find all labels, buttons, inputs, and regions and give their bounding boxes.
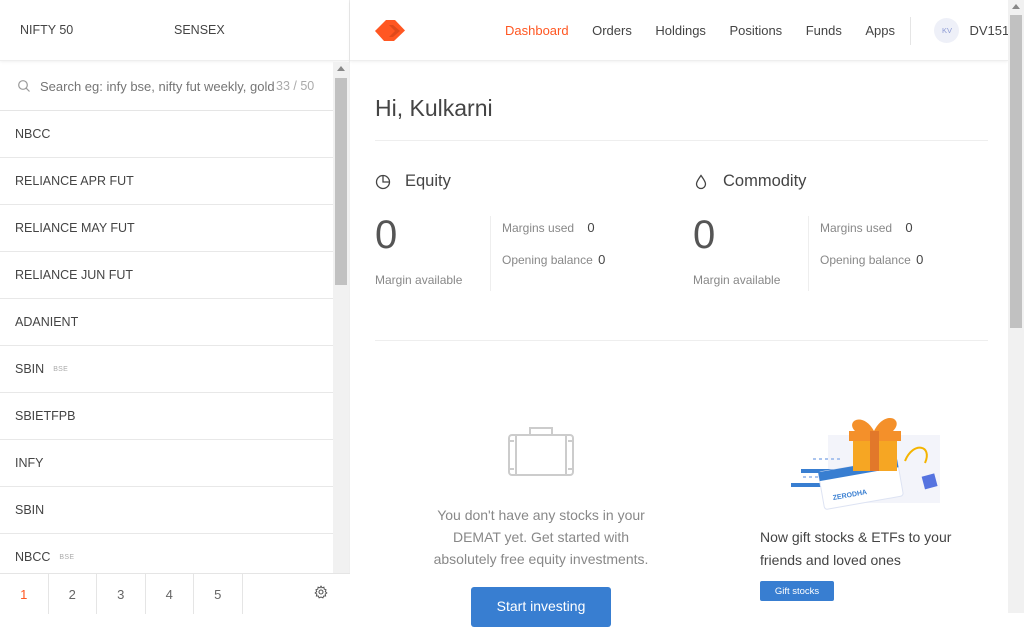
dashboard-main: Hi, Kulkarni Equity 0 Margin available M… (350, 62, 1008, 627)
divider (808, 216, 809, 291)
equity-segment: Equity 0 Margin available Margins used 0… (375, 172, 695, 302)
scroll-up-arrow-icon[interactable] (1012, 4, 1020, 9)
watchlist-page-tab[interactable]: 5 (194, 574, 243, 614)
instrument-symbol: ADANIENT (15, 315, 79, 329)
search-bar: 33 / 50 (0, 62, 333, 111)
search-input[interactable] (40, 78, 276, 94)
instrument-symbol: SBIN (15, 503, 45, 517)
equity-title: Equity (375, 172, 695, 191)
nav-positions[interactable]: Positions (729, 23, 782, 38)
commodity-margins-used-value: 0 (905, 220, 913, 235)
gift-box-icon: ZERODHA (791, 417, 940, 510)
commodity-opening-balance-label: Opening balance (820, 253, 911, 267)
watchlist-item[interactable]: RELIANCE MAY FUT (0, 205, 333, 252)
commodity-segment: Commodity 0 Margin available Margins use… (693, 172, 1013, 302)
exchange-badge: BSE (53, 365, 69, 373)
commodity-opening-balance-row: Opening balance 0 (820, 252, 923, 267)
watchlist-item[interactable]: SBIN (0, 487, 333, 534)
page-scrollbar[interactable] (1008, 0, 1024, 613)
sensex-index[interactable]: SENSEX (174, 23, 225, 37)
watchlist-item[interactable]: SBIETFPB (0, 393, 333, 440)
briefcase-icon (508, 427, 574, 476)
exchange-badge: BSE (59, 553, 75, 561)
instrument-symbol: SBIN (15, 362, 45, 376)
divider (490, 216, 491, 291)
instrument-symbol: INFY (15, 456, 44, 470)
watchlist-count: 33 / 50 (276, 79, 315, 93)
marketwatch-panel: NIFTY 50 SENSEX 33 / 50 NBCC RELIANCE APR… (0, 0, 350, 614)
pie-chart-icon (375, 174, 391, 189)
equity-margins-used-label: Margins used (502, 221, 575, 235)
instrument-symbol: RELIANCE APR FUT (15, 174, 134, 188)
watchlist-page-tab[interactable]: 2 (49, 574, 97, 614)
instrument-symbol: NBCC (15, 127, 51, 141)
empty-holdings-text: You don't have any stocks in your DEMAT … (433, 507, 649, 567)
equity-margin-available-label: Margin available (375, 273, 463, 287)
equity-margins-used-value: 0 (587, 220, 595, 235)
watchlist-item[interactable]: ADANIENT (0, 299, 333, 346)
watchlist-pager: 12345 (0, 573, 350, 614)
commodity-margins-used-label: Margins used (820, 221, 893, 235)
equity-opening-balance-value: 0 (598, 252, 606, 267)
equity-opening-balance-row: Opening balance 0 (502, 252, 605, 267)
equity-opening-balance-label: Opening balance (502, 253, 593, 267)
search-icon (18, 80, 30, 92)
scrollbar-thumb[interactable] (335, 78, 347, 285)
nav-divider (910, 16, 912, 45)
top-header: Dashboard Orders Holdings Positions Funds App… (350, 0, 1016, 61)
nav-apps[interactable]: Apps (865, 23, 895, 38)
watchlist-item[interactable]: RELIANCE APR FUT (0, 158, 333, 205)
instrument-symbol: RELIANCE MAY FUT (15, 221, 135, 235)
watchlist-page-tab[interactable]: 4 (146, 574, 194, 614)
indices-bar: NIFTY 50 SENSEX (0, 0, 349, 61)
commodity-opening-balance-value: 0 (916, 252, 924, 267)
equity-margin-available: 0 (375, 213, 398, 257)
watchlist-scrollbar[interactable] (333, 62, 349, 573)
main-nav: Dashboard Orders Holdings Positions Funds App… (505, 0, 1016, 61)
empty-holdings-state: You don't have any stocks in your DEMAT … (420, 424, 662, 570)
nav-dashboard[interactable]: Dashboard (505, 23, 569, 38)
scrollbar-thumb[interactable] (1010, 15, 1022, 328)
watchlist-item[interactable]: NBCC (0, 111, 333, 158)
nifty-index[interactable]: NIFTY 50 (20, 23, 174, 37)
gear-icon[interactable] (314, 585, 328, 599)
instrument-symbol: NBCC (15, 550, 51, 564)
commodity-margin-available-label: Margin available (693, 273, 781, 287)
nav-funds[interactable]: Funds (806, 23, 842, 38)
commodity-title-label: Commodity (723, 172, 807, 190)
watchlist-page-tab[interactable]: 1 (0, 574, 49, 614)
watchlist-page-tab[interactable]: 3 (97, 574, 146, 614)
instrument-symbol: SBIETFPB (15, 409, 76, 423)
equity-title-label: Equity (405, 172, 451, 190)
page-title: Hi, Kulkarni (375, 95, 493, 121)
gift-stocks-promo: ZERODHA Now gift stocks & ETFs to your f… (760, 405, 980, 601)
divider (375, 340, 988, 341)
equity-margins-used-row: Margins used 0 (502, 220, 595, 235)
nav-holdings[interactable]: Holdings (655, 23, 706, 38)
gift-promo-text: Now gift stocks & ETFs to your friends a… (760, 529, 952, 568)
watchlist-item[interactable]: RELIANCE JUN FUT (0, 252, 333, 299)
avatar[interactable]: KV (934, 18, 960, 43)
commodity-margins-used-row: Margins used 0 (820, 220, 913, 235)
watchlist-item[interactable]: INFY (0, 440, 333, 487)
kite-logo-icon[interactable] (375, 20, 405, 41)
drop-icon (695, 173, 707, 189)
watchlist-item[interactable]: SBIN BSE (0, 346, 333, 393)
start-investing-button[interactable]: Start investing (471, 587, 611, 627)
commodity-margin-available: 0 (693, 213, 716, 257)
instrument-symbol: RELIANCE JUN FUT (15, 268, 134, 282)
divider (375, 140, 988, 141)
nav-orders[interactable]: Orders (592, 23, 632, 38)
scroll-up-arrow-icon[interactable] (337, 66, 345, 71)
gift-stocks-button[interactable]: Gift stocks (760, 581, 834, 601)
commodity-title: Commodity (693, 172, 1013, 191)
watchlist: NBCC RELIANCE APR FUT RELIANCE MAY FUT RELI… (0, 111, 333, 581)
